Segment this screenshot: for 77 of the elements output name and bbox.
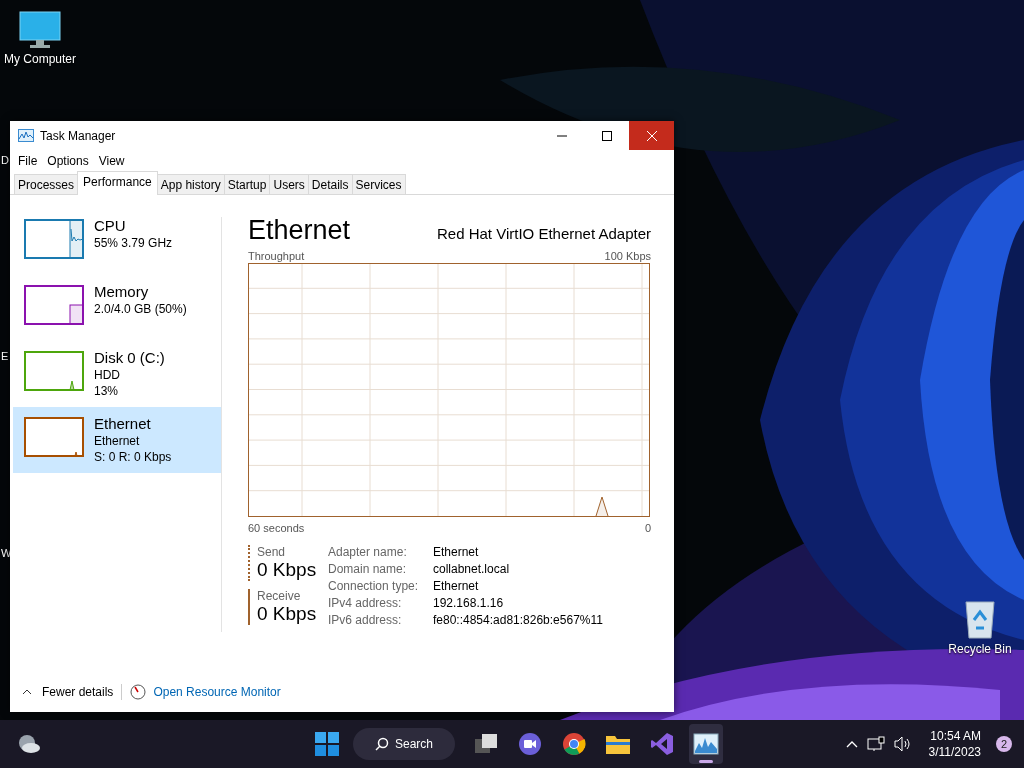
graph-min-label: 0 — [644, 522, 651, 534]
menu-item[interactable]: File — [14, 154, 44, 168]
desktop-icon-label[interactable]: Recycle Bin — [948, 642, 1012, 656]
folder-icon — [605, 733, 632, 755]
property-label: IPv6 address: — [328, 613, 403, 627]
video-chat-icon — [518, 732, 543, 756]
resource-name: Memory — [94, 283, 150, 301]
desktop-icon-label[interactable]: D — [1, 154, 9, 166]
tab[interactable]: Users — [269, 174, 309, 194]
mini-graph-icon — [24, 417, 84, 457]
property-value: 192.168.1.16 — [433, 596, 505, 610]
tab[interactable]: Performance — [77, 171, 158, 195]
mini-graph-icon — [24, 219, 84, 259]
browser-icon — [562, 732, 587, 756]
resource-item[interactable]: Ethernet Ethernet S: 0 R: 0 Kbps — [13, 407, 221, 473]
chevron-up-icon[interactable] — [845, 740, 858, 748]
gauge-icon — [130, 684, 147, 700]
infinity-ribbon-icon — [650, 732, 675, 756]
stat-value: 0 Kbps — [257, 559, 314, 581]
resource-stat: HDD — [94, 367, 121, 383]
desktop-icon-label[interactable]: My Computer — [4, 52, 76, 66]
clock[interactable]: 10:54 AM 3/11/2023 — [928, 728, 981, 760]
mini-graph-icon — [24, 351, 84, 391]
chevron-up-icon — [22, 689, 32, 695]
menu-item[interactable]: Options — [43, 154, 95, 168]
notification-badge[interactable]: 2 — [996, 736, 1012, 752]
resource-monitor-link[interactable]: Open Resource Monitor — [153, 685, 281, 699]
stat-label: Send — [257, 545, 287, 559]
stat-label: Receive — [257, 589, 302, 603]
resource-stat: 13% — [94, 383, 120, 399]
property-value: collabnet.local — [433, 562, 511, 576]
taskbar-app[interactable] — [689, 724, 724, 764]
resource-item[interactable]: Disk 0 (C:) HDD 13% — [13, 341, 221, 407]
resource-item[interactable]: Memory 2.0/4.0 GB (50%) — [13, 275, 221, 341]
tab[interactable]: Details — [307, 174, 353, 194]
property-label: Adapter name: — [328, 545, 408, 559]
desktop-icon-label[interactable]: E — [1, 350, 9, 362]
graph-max-label: 100 Kbps — [604, 250, 651, 262]
graph-time-label: 60 seconds — [248, 522, 305, 534]
mini-graph-icon — [24, 285, 84, 325]
resource-name: Ethernet — [94, 415, 152, 433]
property-label: IPv4 address: — [328, 596, 403, 610]
property-value: fe80::4854:ad81:826b:e567%11 — [433, 613, 603, 627]
resource-stat: 55% 3.79 GHz — [94, 235, 173, 251]
adapter-name: Red Hat VirtIO Ethernet Adapter — [437, 225, 651, 244]
tab[interactable]: Processes — [14, 174, 79, 194]
tab[interactable]: Startup — [223, 174, 271, 194]
stat-value: 0 Kbps — [257, 603, 314, 625]
resource-item[interactable]: CPU 55% 3.79 GHz — [13, 209, 221, 275]
start-icon[interactable] — [315, 732, 339, 756]
windows-icon — [473, 733, 500, 755]
resource-stat: 2.0/4.0 GB (50%) — [94, 301, 187, 317]
resource-name: Disk 0 (C:) — [94, 349, 165, 367]
property-label: Domain name: — [328, 562, 408, 576]
resource-stat: Ethernet — [94, 433, 141, 449]
graph-label: Throughput — [248, 250, 305, 262]
monitor-icon[interactable] — [18, 10, 62, 50]
close-icon — [646, 130, 657, 141]
window-title: Task Manager — [40, 128, 116, 143]
resource-title: Ethernet — [248, 215, 351, 245]
property-value: Ethernet — [433, 545, 480, 559]
cloud-icon[interactable] — [17, 734, 41, 754]
fewer-details-button[interactable]: Fewer details — [22, 685, 114, 699]
tab[interactable]: App history — [156, 174, 225, 194]
property-label: Connection type: — [328, 579, 420, 593]
property-value: Ethernet — [433, 579, 480, 593]
task-manager-icon — [18, 129, 34, 142]
network-icon[interactable] — [866, 736, 885, 752]
menu-item[interactable]: View — [94, 154, 131, 168]
task-manager-icon — [693, 733, 720, 755]
maximize-icon — [601, 130, 612, 141]
resource-name: CPU — [94, 217, 127, 235]
search-icon — [375, 737, 389, 751]
volume-icon[interactable] — [893, 736, 912, 752]
resource-stat: S: 0 R: 0 Kbps — [94, 449, 172, 465]
tab[interactable]: Services — [351, 174, 406, 194]
search-button[interactable]: Search — [353, 728, 456, 760]
